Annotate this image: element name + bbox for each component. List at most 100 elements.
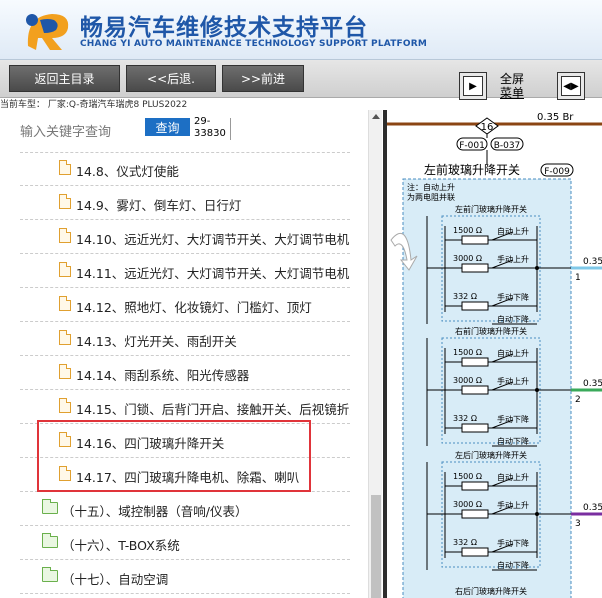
tree-file-item[interactable]: 14.13、灯光开关、雨刮开关 — [20, 322, 350, 356]
pin-number: 3 — [575, 519, 581, 529]
switch-position-label: 自动上升 — [497, 348, 529, 358]
switch-title: 右后门玻璃升降开关 — [455, 586, 527, 596]
switch-position-label: 自动下降 — [497, 314, 529, 324]
switch-position-label: 手动上升 — [497, 500, 529, 510]
file-icon — [59, 364, 71, 379]
file-icon — [59, 194, 71, 209]
back-button[interactable]: <<后退. — [126, 65, 216, 92]
junction-dot — [535, 512, 539, 516]
switch-position-label: 手动下降 — [497, 538, 529, 548]
file-icon — [59, 160, 71, 175]
switch-title: 左后门玻璃升降开关 — [455, 450, 527, 460]
logo-icon — [26, 14, 69, 50]
tree-panel: 输入关键字查询 查询 29- 33830 14.8、仪式灯使能 14.9、雾灯、倒… — [0, 110, 382, 598]
app-header: 畅易汽车维修技术支持平台 CHANG YI AUTO MAINTENANCE T… — [0, 0, 602, 60]
diagram-note: 注：自动上升 — [407, 182, 455, 192]
split-view-button[interactable]: ◀▶ — [557, 72, 585, 100]
tree-item-label: （十五）、域控制器（音响/仪表） — [62, 504, 248, 519]
switch-position-label: 自动下降 — [497, 436, 529, 446]
connector-label: F-009 — [544, 167, 570, 177]
tree-item-label: 14.10、远近光灯、大灯调节开关、大灯调节电机(F — [76, 232, 350, 247]
resistor-value: 332 Ω — [453, 414, 477, 423]
fullscreen-menu-link[interactable]: 全屏 菜单 — [500, 72, 524, 100]
tree-item-label: 14.8、仪式灯使能 — [76, 164, 179, 179]
tree-item-label: 14.11、远近光灯、大灯调节开关、大灯调节电机(E — [76, 266, 350, 281]
switch-position-label: 手动下降 — [497, 414, 529, 424]
wire-top-label: 0.35 Br — [537, 112, 574, 123]
wire-gauge-label: 0.35 — [583, 257, 602, 267]
tree-item-label: 14.12、照地灯、化妆镜灯、门槛灯、顶灯 — [76, 300, 312, 315]
tree-file-item[interactable]: 14.10、远近光灯、大灯调节开关、大灯调节电机(F — [20, 220, 350, 254]
scroll-up-icon[interactable] — [372, 114, 380, 119]
file-icon — [59, 228, 71, 243]
wiring-diagram-panel: 0.35 Br 16 F-001 B-037 左前玻璃升降开关 F-009 注：… — [383, 110, 602, 598]
tree-file-item[interactable]: 14.9、雾灯、倒车灯、日行灯 — [20, 186, 350, 220]
search-button[interactable]: 查询 — [145, 118, 190, 136]
folder-icon — [42, 499, 58, 514]
switch-position-label: 自动上升 — [497, 226, 529, 236]
switch-position-label: 手动下降 — [497, 292, 529, 302]
resistor-icon — [461, 357, 489, 367]
resistor-value: 332 Ω — [453, 292, 477, 301]
diagram-title: 左前玻璃升降开关 — [424, 162, 520, 177]
tree-file-item[interactable]: 14.15、门锁、后背门开启、接触开关、后视镜折叠 — [20, 390, 350, 424]
tree-folder-item[interactable]: （十五）、域控制器（音响/仪表） — [20, 492, 350, 526]
tree-item-label: 14.13、灯光开关、雨刮开关 — [76, 334, 237, 349]
home-button[interactable]: 返回主目录 — [9, 65, 120, 92]
resistor-value: 332 Ω — [453, 538, 477, 547]
collapse-left-button[interactable]: ▶ — [459, 72, 487, 100]
junction-dot — [535, 388, 539, 392]
forward-button[interactable]: >>前进 — [222, 65, 304, 92]
resistor-value: 3000 Ω — [453, 254, 482, 263]
junction-dot — [535, 266, 539, 270]
tree-item-label: 14.14、雨刮系统、阳光传感器 — [76, 368, 250, 383]
tree-file-item[interactable]: 14.12、照地灯、化妆镜灯、门槛灯、顶灯 — [20, 288, 350, 322]
tree-item-label: 14.9、雾灯、倒车灯、日行灯 — [76, 198, 242, 213]
tree-folder-item[interactable]: （十六）、T-BOX系统 — [20, 526, 350, 560]
resistor-value: 1500 Ω — [453, 348, 482, 357]
switch-title: 左前门玻璃升降开关 — [455, 204, 527, 214]
tree-item-label: （十六）、T-BOX系统 — [62, 538, 180, 553]
resistor-icon — [461, 481, 489, 491]
resistor-value: 3000 Ω — [453, 500, 482, 509]
resistor-value: 1500 Ω — [453, 226, 482, 235]
switch-position-label: 手动上升 — [497, 376, 529, 386]
wiring-diagram[interactable]: 0.35 Br 16 F-001 B-037 左前玻璃升降开关 F-009 注：… — [387, 110, 602, 598]
tree-item-label: 14.15、门锁、后背门开启、接触开关、后视镜折叠 — [76, 402, 350, 417]
search-input[interactable]: 输入关键字查询 — [20, 121, 111, 140]
switch-position-label: 自动上升 — [497, 472, 529, 482]
page-code: 29- 33830 — [194, 116, 226, 139]
app-subtitle: CHANG YI AUTO MAINTENANCE TECHNOLOGY SUP… — [80, 39, 428, 49]
tree-file-item[interactable]: 14.8、仪式灯使能 — [20, 152, 350, 186]
pin-number: 1 — [575, 273, 581, 283]
split-arrows-icon: ◀▶ — [561, 76, 581, 96]
tree-file-item[interactable]: 14.11、远近光灯、大灯调节开关、大灯调节电机(E — [20, 254, 350, 288]
resistor-icon — [461, 235, 489, 245]
resistor-value: 1500 Ω — [453, 472, 482, 481]
resistor-icon — [461, 301, 489, 311]
tree-folder-item[interactable]: （十七）、自动空调 — [20, 560, 350, 594]
switch-title: 右前门玻璃升降开关 — [455, 326, 527, 336]
tree-scrollbar[interactable] — [368, 110, 382, 598]
pin-number: 2 — [575, 395, 581, 405]
app-title: 畅易汽车维修技术支持平台 — [80, 15, 368, 41]
resistor-icon — [461, 547, 489, 557]
tree-item-label: （十七）、自动空调 — [62, 572, 169, 587]
resistor-icon — [461, 423, 489, 433]
folder-icon — [42, 533, 58, 548]
arrow-right-icon: ▶ — [463, 76, 483, 96]
tree-file-item[interactable]: 14.14、雨刮系统、阳光传感器 — [20, 356, 350, 390]
wire-gauge-label: 0.35 — [583, 503, 602, 513]
switch-position-label: 手动上升 — [497, 254, 529, 264]
connector-label: F-001 — [459, 141, 485, 151]
scroll-thumb[interactable] — [371, 495, 381, 598]
highlight-box — [37, 420, 311, 492]
switch-position-label: 自动下降 — [497, 560, 529, 570]
connector-label: B-037 — [494, 141, 521, 151]
folder-icon — [42, 567, 58, 582]
resistor-value: 3000 Ω — [453, 376, 482, 385]
divider — [230, 118, 231, 140]
file-icon — [59, 296, 71, 311]
resistor-icon — [461, 385, 489, 395]
file-icon — [59, 330, 71, 345]
